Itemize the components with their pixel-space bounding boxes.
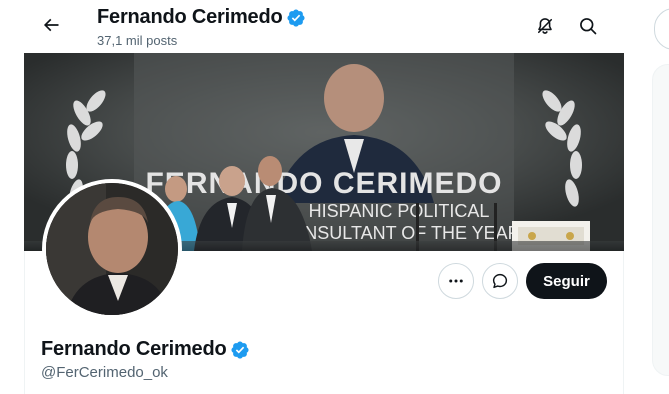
header-name: Fernando Cerimedo xyxy=(97,6,283,28)
profile-name-row: Fernando Cerimedo xyxy=(41,338,250,361)
verified-badge-icon xyxy=(286,8,305,27)
avatar[interactable] xyxy=(42,179,182,319)
profile-name: Fernando Cerimedo xyxy=(41,338,227,360)
more-options-button[interactable] xyxy=(438,263,474,299)
ellipsis-icon xyxy=(449,279,463,283)
arrow-left-icon xyxy=(43,18,59,32)
header-title: Fernando Cerimedo xyxy=(97,6,306,29)
search-button[interactable] xyxy=(571,9,605,43)
posts-count: 37,1 mil posts xyxy=(97,33,178,48)
follow-button[interactable]: Seguir xyxy=(526,263,607,299)
verified-badge-icon[interactable] xyxy=(230,340,250,360)
avatar-photo xyxy=(46,183,178,315)
bell-slash-icon xyxy=(537,18,553,34)
banner-title: FERNANDO CERIMEDO xyxy=(145,167,502,200)
back-button[interactable] xyxy=(34,8,68,42)
profile-handle: @FerCerimedo_ok xyxy=(41,364,168,381)
banner-subtitle-2: CONSULTANT OF THE YEAR xyxy=(277,223,520,243)
message-bubble-icon xyxy=(492,273,508,289)
notifications-off-button[interactable] xyxy=(528,9,562,43)
search-icon xyxy=(580,18,597,35)
message-button[interactable] xyxy=(482,263,518,299)
banner-subtitle-1: HISPANIC POLITICAL xyxy=(309,201,490,221)
profile-header: Fernando Cerimedo 37,1 mil posts xyxy=(24,0,624,53)
sidebar-panel xyxy=(652,64,669,376)
